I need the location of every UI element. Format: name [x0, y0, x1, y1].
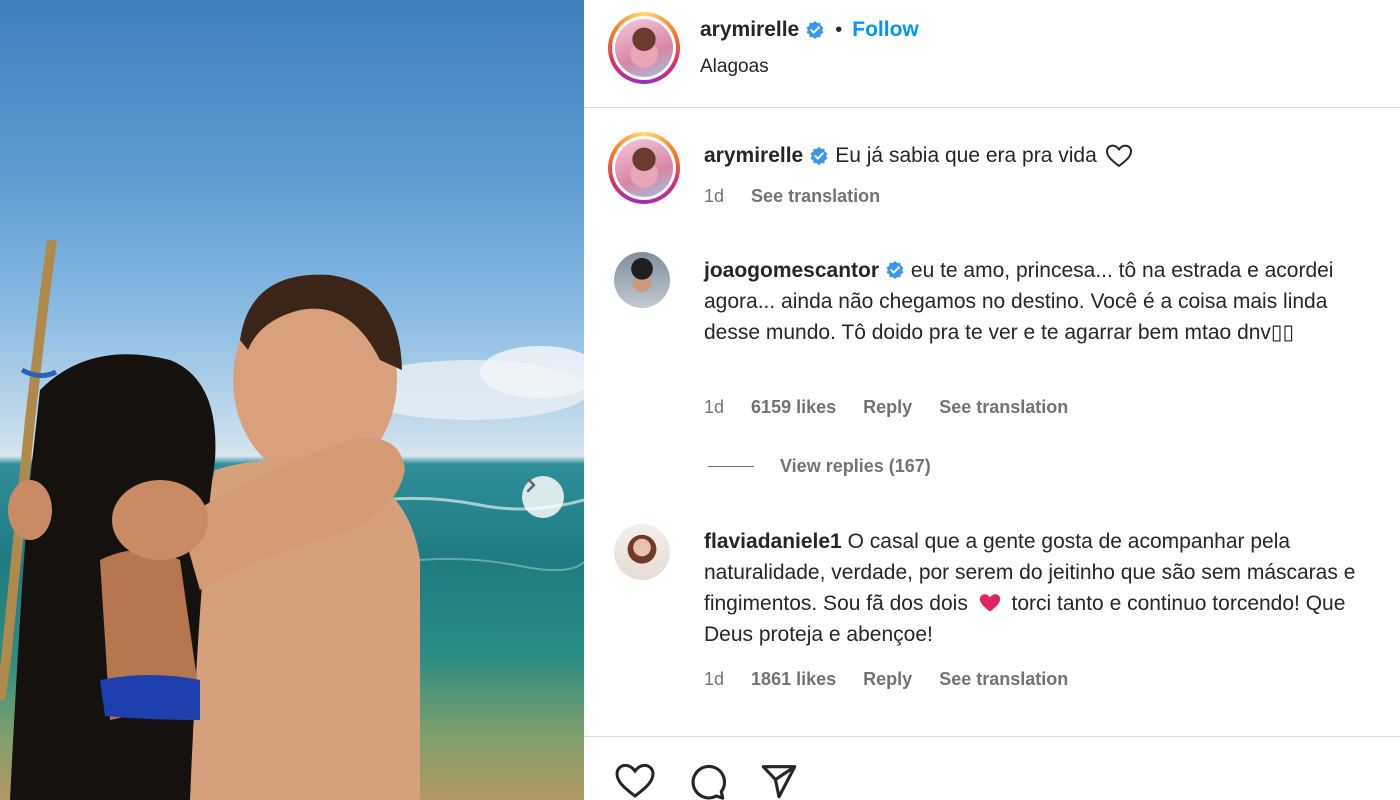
photo-illustration	[0, 239, 584, 800]
comment-time[interactable]: 1d	[704, 397, 724, 417]
comment-body: joaogomescantor eu te amo, princesa... t…	[704, 255, 1374, 348]
comment-likes[interactable]: 6159 likes	[751, 397, 836, 417]
caption-text: Eu já sabia que era pra vida	[835, 144, 1097, 167]
comment-username[interactable]: joaogomescantor	[704, 259, 879, 282]
post-photo[interactable]	[0, 0, 584, 800]
red-heart-emoji-icon	[979, 594, 1000, 612]
share-icon[interactable]	[758, 761, 800, 800]
caption-username[interactable]: arymirelle	[704, 140, 803, 171]
comment-meta: 1d 1861 likes Reply See translation	[704, 669, 1090, 690]
comment-see-translation[interactable]: See translation	[939, 669, 1068, 689]
post-header: arymirelle • Follow Alagoas	[584, 0, 1400, 108]
reply-button[interactable]: Reply	[863, 669, 912, 689]
caption-see-translation[interactable]: See translation	[751, 186, 880, 206]
author-avatar[interactable]	[608, 12, 680, 84]
verified-badge-icon	[886, 261, 904, 279]
like-heart-icon[interactable]	[614, 761, 656, 800]
comment-see-translation[interactable]: See translation	[939, 397, 1068, 417]
chevron-right-icon	[526, 477, 536, 493]
replies-divider-line	[708, 466, 754, 467]
commenter-avatar[interactable]	[614, 524, 670, 580]
post-location[interactable]: Alagoas	[700, 56, 769, 78]
comment-icon[interactable]	[686, 761, 728, 800]
caption-avatar[interactable]	[608, 132, 680, 204]
post-actions-bar	[584, 736, 1400, 800]
view-replies-label: View replies (167)	[780, 456, 931, 476]
author-username[interactable]: arymirelle	[700, 18, 799, 42]
view-replies-button[interactable]: View replies (167)	[708, 456, 931, 477]
verified-badge-icon	[806, 21, 824, 39]
commenter-avatar[interactable]	[614, 252, 670, 308]
comment-meta: 1d 6159 likes Reply See translation	[704, 397, 1090, 418]
caption-meta: 1d See translation	[704, 186, 902, 207]
reply-button[interactable]: Reply	[863, 397, 912, 417]
post-details-panel: arymirelle • Follow Alagoas arymirelle E…	[584, 0, 1400, 800]
caption-time[interactable]: 1d	[704, 186, 724, 206]
separator-dot: •	[835, 18, 843, 41]
heart-outline-icon	[1105, 144, 1132, 167]
comment-likes[interactable]: 1861 likes	[751, 669, 836, 689]
next-photo-button[interactable]	[522, 476, 564, 518]
comment-username[interactable]: flaviadaniele1	[704, 530, 842, 553]
comment-body: flaviadaniele1 O casal que a gente gosta…	[704, 526, 1374, 650]
comment-time[interactable]: 1d	[704, 669, 724, 689]
verified-badge-icon	[810, 146, 828, 165]
follow-button[interactable]: Follow	[852, 18, 919, 42]
